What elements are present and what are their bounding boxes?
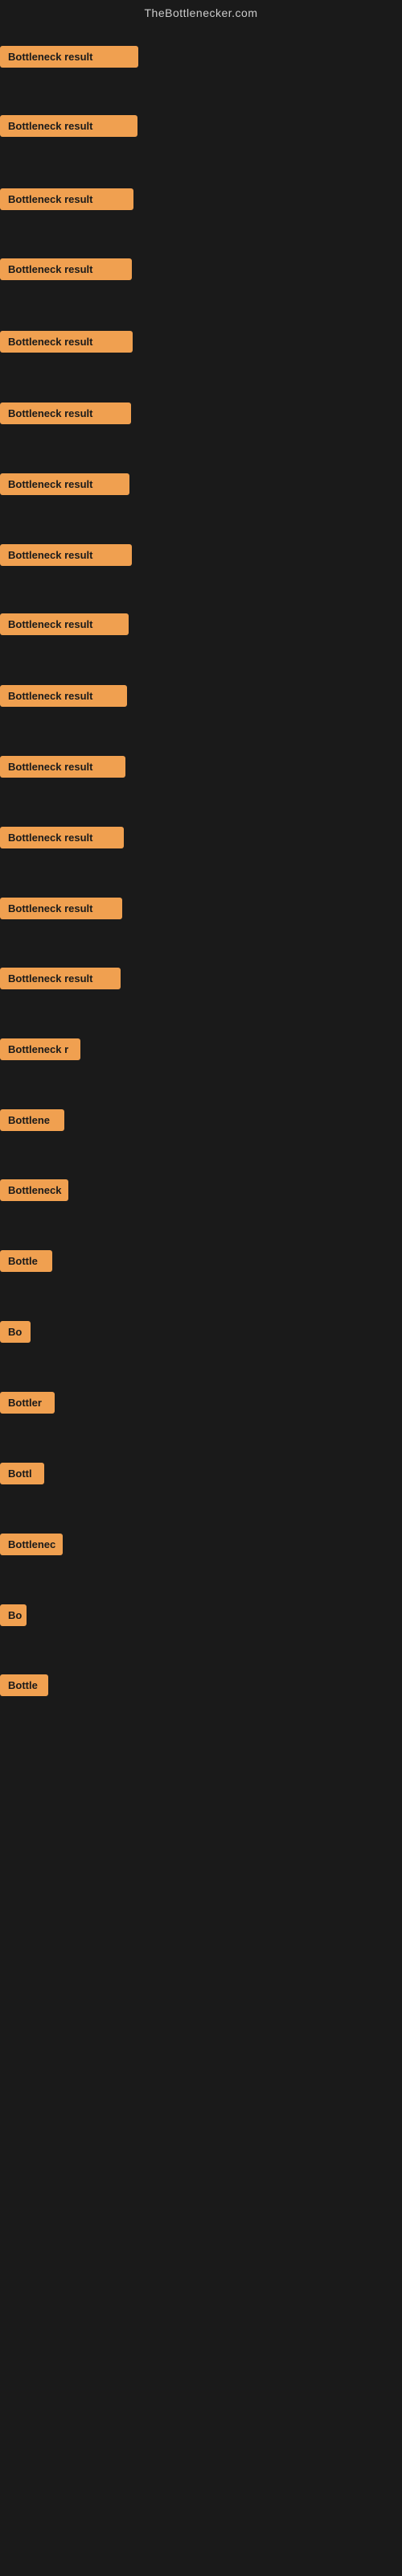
bottleneck-badge-20[interactable]: Bottler (0, 1392, 55, 1414)
badge-container-17: Bottleneck (0, 1179, 68, 1205)
badge-container-5: Bottleneck result (0, 331, 133, 357)
bottleneck-badge-6[interactable]: Bottleneck result (0, 402, 131, 424)
badge-container-12: Bottleneck result (0, 827, 124, 852)
badge-container-7: Bottleneck result (0, 473, 129, 499)
bottleneck-badge-10[interactable]: Bottleneck result (0, 685, 127, 707)
badge-container-2: Bottleneck result (0, 115, 137, 141)
badge-container-18: Bottle (0, 1250, 52, 1276)
badge-container-13: Bottleneck result (0, 898, 122, 923)
bottleneck-badge-17[interactable]: Bottleneck (0, 1179, 68, 1201)
bottleneck-badge-12[interactable]: Bottleneck result (0, 827, 124, 848)
badge-container-16: Bottlene (0, 1109, 64, 1135)
bottleneck-badge-5[interactable]: Bottleneck result (0, 331, 133, 353)
bottleneck-badge-1[interactable]: Bottleneck result (0, 46, 138, 68)
bottleneck-badge-19[interactable]: Bo (0, 1321, 31, 1343)
bottleneck-badge-13[interactable]: Bottleneck result (0, 898, 122, 919)
badge-container-9: Bottleneck result (0, 613, 129, 639)
badge-container-23: Bo (0, 1604, 27, 1630)
bottleneck-badge-11[interactable]: Bottleneck result (0, 756, 125, 778)
badge-container-21: Bottl (0, 1463, 44, 1488)
bottleneck-badge-4[interactable]: Bottleneck result (0, 258, 132, 280)
badge-container-1: Bottleneck result (0, 46, 138, 72)
badge-container-22: Bottlenec (0, 1534, 63, 1559)
bottleneck-badge-14[interactable]: Bottleneck result (0, 968, 121, 989)
site-title: TheBottlenecker.com (0, 0, 402, 23)
bottleneck-badge-9[interactable]: Bottleneck result (0, 613, 129, 635)
bottleneck-badge-2[interactable]: Bottleneck result (0, 115, 137, 137)
badge-container-8: Bottleneck result (0, 544, 132, 570)
bottleneck-badge-16[interactable]: Bottlene (0, 1109, 64, 1131)
badge-container-19: Bo (0, 1321, 31, 1347)
bottleneck-badge-21[interactable]: Bottl (0, 1463, 44, 1484)
badge-container-6: Bottleneck result (0, 402, 131, 428)
badge-container-14: Bottleneck result (0, 968, 121, 993)
bottleneck-badge-23[interactable]: Bo (0, 1604, 27, 1626)
bottleneck-badge-15[interactable]: Bottleneck r (0, 1038, 80, 1060)
badge-container-20: Bottler (0, 1392, 55, 1418)
badge-container-10: Bottleneck result (0, 685, 127, 711)
bottleneck-badge-3[interactable]: Bottleneck result (0, 188, 133, 210)
badge-container-24: Bottle (0, 1674, 48, 1700)
badge-container-11: Bottleneck result (0, 756, 125, 782)
bottleneck-badge-22[interactable]: Bottlenec (0, 1534, 63, 1555)
badge-container-15: Bottleneck r (0, 1038, 80, 1064)
bottleneck-badge-24[interactable]: Bottle (0, 1674, 48, 1696)
badge-container-3: Bottleneck result (0, 188, 133, 214)
bottleneck-badge-8[interactable]: Bottleneck result (0, 544, 132, 566)
bottleneck-badge-18[interactable]: Bottle (0, 1250, 52, 1272)
bottleneck-badge-7[interactable]: Bottleneck result (0, 473, 129, 495)
badge-container-4: Bottleneck result (0, 258, 132, 284)
